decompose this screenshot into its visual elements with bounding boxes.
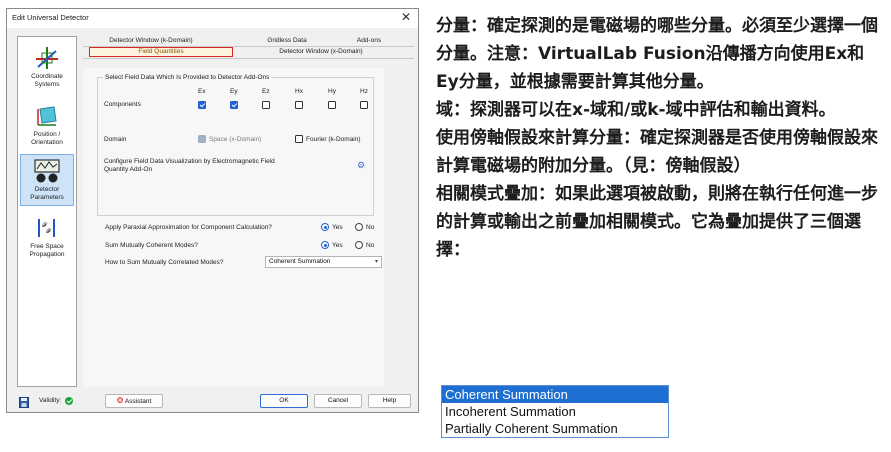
detector-parameters-icon [34, 159, 60, 183]
help-button[interactable]: Help [368, 394, 411, 408]
tab-gridless-data[interactable]: Gridless Data [251, 36, 323, 46]
save-icon[interactable] [19, 395, 29, 408]
category-panel: Coordinate Systems Position / Orientatio… [17, 36, 77, 387]
nav-label-line2: Systems [34, 80, 60, 88]
checkbox-ez[interactable] [262, 101, 270, 109]
nav-free-space-propagation[interactable]: 𝓕 𝓕 Free Space Propagation [20, 215, 74, 258]
option-incoherent-summation[interactable]: Incoherent Summation [442, 403, 668, 420]
bottom-bar: Validity: ❂ Assistant OK Cancel Help [17, 394, 413, 408]
component-label-hz: Hz [360, 88, 368, 95]
nav-label-line2: Propagation [29, 250, 65, 258]
component-label-ez: Ez [262, 88, 270, 95]
nav-label-line2: Orientation [31, 138, 63, 146]
paraxial-no-label: No [366, 224, 375, 231]
content-area: Detector Window (k-Domain) Gridless Data… [83, 36, 414, 387]
component-label-hy: Hy [328, 88, 336, 95]
sum-correlated-select[interactable]: Coherent Summation ▾ [265, 256, 382, 268]
checkbox-space-domain[interactable] [198, 135, 206, 143]
configure-gear-icon[interactable]: ⚙ [355, 159, 367, 171]
sum-coherent-no-radio[interactable] [355, 241, 363, 249]
sum-correlated-value: Coherent Summation [269, 258, 331, 265]
checkbox-ey[interactable] [230, 101, 238, 109]
option-coherent-summation[interactable]: Coherent Summation [442, 386, 668, 403]
close-icon[interactable]: ✕ [401, 10, 411, 24]
ok-button[interactable]: OK [260, 394, 308, 408]
domain-label: Domain [104, 136, 127, 143]
tab-field-quantities[interactable]: Field Quantities [89, 47, 233, 57]
coordinate-systems-icon [36, 47, 58, 69]
description-correlated-modes: 相關模式疊加：如果此選項被啟動，則將在執行任何進一步的計算或輸出之前疊加相關模式… [436, 184, 878, 260]
description-paraxial: 使用傍軸假設來計算分量：確定探測器是否使用傍軸假設來計算電磁場的附加分量。（見：… [436, 128, 878, 176]
assistant-button[interactable]: ❂ Assistant [105, 394, 163, 408]
nav-coordinate-systems[interactable]: Coordinate Systems [20, 45, 74, 88]
tabs-row-1: Detector Window (k-Domain) Gridless Data… [83, 36, 414, 46]
nav-label-line1: Free Space [30, 243, 64, 250]
tab-detector-window-k[interactable]: Detector Window (k-Domain) [91, 36, 211, 46]
component-label-ex: Ex [198, 88, 206, 95]
nav-label-line1: Detector [34, 186, 60, 193]
tab-add-ons[interactable]: Add-ons [345, 36, 393, 46]
sum-coherent-label: Sum Mutually Coherent Modes? [105, 242, 198, 249]
chevron-down-icon: ▾ [374, 259, 378, 265]
sum-coherent-yes-label: Yes [332, 242, 343, 249]
free-space-propagation-icon: 𝓕 𝓕 [38, 219, 55, 237]
paraxial-yes-label: Yes [332, 224, 343, 231]
configure-visualization-label-2: Quantity Add-On [104, 166, 153, 173]
sum-coherent-yes-radio[interactable] [321, 241, 329, 249]
svg-text:𝓕: 𝓕 [46, 228, 52, 235]
group-title: Select Field Data Which Is Provided to D… [103, 74, 272, 81]
checkbox-ex[interactable] [198, 101, 206, 109]
component-label-hx: Hx [295, 88, 303, 95]
option-partially-coherent-summation[interactable]: Partially Coherent Summation [442, 420, 668, 437]
validity-label: Validity: [39, 397, 62, 404]
paraxial-label: Apply Paraxial Approximation for Compone… [105, 224, 272, 231]
tab-detector-window-x[interactable]: Detector Window (x-Domain) [261, 47, 381, 57]
fourier-domain-label: Fourier (k-Domain) [306, 136, 361, 143]
summation-options-list: Coherent Summation Incoherent Summation … [441, 385, 669, 438]
field-data-group: Select Field Data Which Is Provided to D… [97, 74, 374, 216]
nav-detector-parameters[interactable]: Detector Parameters [20, 154, 74, 206]
description-text: 分量：確定探測的是電磁場的哪些分量。必須至少選擇一個分量。注意：VirtualL… [436, 12, 886, 264]
tabs-row-2: Field Quantities Detector Window (x-Doma… [83, 47, 414, 57]
components-label: Components [104, 101, 141, 108]
validity-check-icon [65, 397, 73, 405]
nav-position-orientation[interactable]: Position / Orientation [20, 103, 74, 146]
description-components: 分量：確定探測的是電磁場的哪些分量。必須至少選擇一個分量。注意：VirtualL… [436, 16, 878, 92]
paraxial-yes-radio[interactable] [321, 223, 329, 231]
dialog-title: Edit Universal Detector [12, 13, 89, 22]
sum-coherent-no-label: No [366, 242, 375, 249]
checkbox-hx[interactable] [295, 101, 303, 109]
space-domain-label: Space (x-Domain) [209, 136, 262, 143]
nav-label-line1: Position / [33, 131, 61, 138]
tab-divider [83, 58, 414, 59]
assistant-icon: ❂ [116, 396, 124, 405]
checkbox-hy[interactable] [328, 101, 336, 109]
nav-label-line2: Parameters [30, 193, 64, 201]
checkbox-fourier-domain[interactable] [295, 135, 303, 143]
component-label-ey: Ey [230, 88, 238, 95]
checkbox-hz[interactable] [360, 101, 368, 109]
configure-visualization-label: Configure Field Data Visualization by El… [104, 158, 275, 165]
sum-correlated-label: How to Sum Mutually Correlated Modes? [105, 259, 224, 266]
cancel-button[interactable]: Cancel [314, 394, 362, 408]
description-domain: 域：探測器可以在x-域和/或k-域中評估和輸出資料。 [436, 100, 836, 120]
field-quantities-panel: Select Field Data Which Is Provided to D… [83, 68, 384, 387]
position-orientation-icon [37, 106, 57, 126]
assistant-label: Assistant [124, 398, 152, 405]
nav-label-line1: Coordinate [31, 73, 63, 80]
title-bar: Edit Universal Detector ✕ [7, 9, 418, 28]
edit-universal-detector-dialog: Edit Universal Detector ✕ Coordinate Sys… [6, 8, 419, 413]
paraxial-no-radio[interactable] [355, 223, 363, 231]
